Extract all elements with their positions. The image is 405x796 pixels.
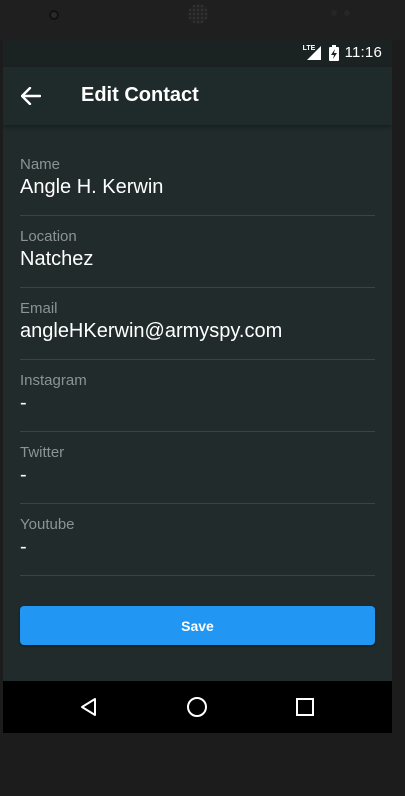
instagram-input[interactable]: - bbox=[20, 392, 27, 415]
twitter-field[interactable]: Twitter - bbox=[20, 433, 375, 504]
save-button[interactable]: Save bbox=[20, 606, 375, 645]
name-label: Name bbox=[20, 156, 61, 173]
proximity-sensor bbox=[331, 10, 337, 16]
name-field[interactable]: Name Angle H. Kerwin bbox=[20, 145, 375, 216]
screen: LTE 11:16 Edit Contact Name Angle H. Ker… bbox=[3, 40, 392, 733]
youtube-input[interactable]: - bbox=[20, 536, 27, 559]
location-input[interactable]: Natchez bbox=[20, 248, 93, 271]
instagram-label: Instagram bbox=[20, 372, 87, 389]
youtube-field[interactable]: Youtube - bbox=[20, 505, 375, 576]
name-input[interactable]: Angle H. Kerwin bbox=[20, 176, 163, 199]
square-recents-icon bbox=[296, 698, 314, 716]
phone-top-bezel bbox=[0, 0, 405, 40]
twitter-label: Twitter bbox=[20, 444, 65, 461]
location-label: Location bbox=[20, 228, 77, 245]
nav-recents-button[interactable] bbox=[293, 695, 317, 719]
earpiece-speaker bbox=[188, 4, 208, 24]
nav-back-button[interactable] bbox=[77, 695, 101, 719]
light-sensor bbox=[344, 10, 350, 16]
instagram-field[interactable]: Instagram - bbox=[20, 361, 375, 432]
status-bar: LTE 11:16 bbox=[3, 40, 392, 67]
app-bar: Edit Contact bbox=[3, 67, 392, 125]
lte-signal-icon: LTE bbox=[303, 45, 323, 61]
page-title: Edit Contact bbox=[81, 84, 199, 106]
triangle-back-icon bbox=[81, 698, 96, 716]
front-camera bbox=[49, 10, 59, 20]
status-icons: LTE 11:16 bbox=[303, 44, 382, 61]
system-nav-bar bbox=[3, 681, 392, 733]
circle-home-icon bbox=[187, 697, 207, 717]
nav-home-button[interactable] bbox=[185, 695, 209, 719]
battery-charging-icon bbox=[328, 44, 339, 61]
email-label: Email bbox=[20, 300, 58, 317]
location-field[interactable]: Location Natchez bbox=[20, 217, 375, 288]
email-field[interactable]: Email angleHKerwin@armyspy.com bbox=[20, 289, 375, 360]
arrow-left-icon bbox=[21, 87, 41, 105]
status-clock: 11:16 bbox=[344, 44, 382, 61]
twitter-input[interactable]: - bbox=[20, 464, 27, 487]
youtube-label: Youtube bbox=[20, 516, 75, 533]
edit-contact-form: Name Angle H. Kerwin Location Natchez Em… bbox=[20, 145, 375, 577]
email-input[interactable]: angleHKerwin@armyspy.com bbox=[20, 320, 282, 343]
back-button[interactable] bbox=[17, 82, 45, 110]
phone-frame: LTE 11:16 Edit Contact Name Angle H. Ker… bbox=[0, 0, 405, 796]
